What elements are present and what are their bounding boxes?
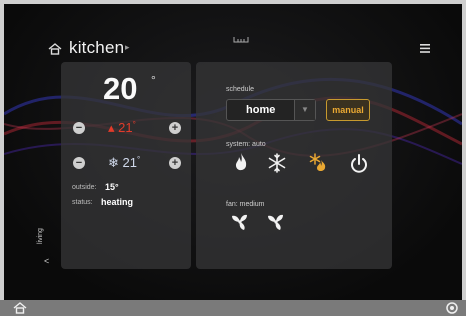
fan-mode-label: fan: medium [226,201,265,208]
schedule-selected-value[interactable]: home [246,104,275,116]
heat-increase-button[interactable]: + [169,122,181,134]
outside-label: outside: [72,184,97,191]
schedule-label: schedule [226,86,255,93]
cool-decrease-button[interactable]: − [73,157,85,169]
outside-temperature: 15° [105,182,119,192]
auto-mode-icon[interactable] [308,152,328,174]
room-title[interactable]: kitchen [69,38,124,58]
system-mode-label: system: auto [226,141,266,148]
current-temperature-degree: ° [151,73,156,87]
thermostat-screen: kitchen ▸ 20 ° − ▴ 21° + − ❄ 21° + outsi… [4,4,462,300]
room-arrow-icon[interactable]: ▸ [125,42,130,53]
device-frame: kitchen ▸ 20 ° − ▴ 21° + − ❄ 21° + outsi… [0,0,466,316]
gear-icon[interactable] [445,301,459,315]
home-icon[interactable] [13,302,27,314]
heat-setpoint-glyph: ▴ [108,120,115,135]
heat-setpoint-degree: ° [132,120,136,129]
side-nav-living[interactable]: living [37,216,49,244]
power-icon[interactable] [349,153,369,175]
cool-setpoint-value: 21 [122,155,137,170]
flame-icon[interactable] [231,152,251,174]
status-label: status: [72,199,93,206]
side-nav-back-icon[interactable]: < [44,256,49,266]
cool-increase-button[interactable]: + [169,157,181,169]
cool-setpoint-degree: ° [137,155,141,164]
chevron-down-icon[interactable]: ▼ [301,105,309,114]
current-temperature: 20 [103,71,138,106]
status-value: heating [101,197,134,207]
menu-icon[interactable] [420,44,430,53]
bottom-bar [0,300,466,316]
cool-setpoint-glyph: ❄ [108,155,119,170]
home-icon[interactable] [48,43,62,55]
fan-icon[interactable] [230,212,250,232]
cool-setpoint: ❄ 21° [108,155,140,171]
snowflake-icon[interactable] [267,152,287,174]
heat-decrease-button[interactable]: − [73,122,85,134]
device-indicator-icon [233,37,249,43]
heat-setpoint-value: 21 [118,120,133,135]
manual-button[interactable]: manual [326,99,370,121]
heat-setpoint: ▴ 21° [108,120,136,136]
fan-icon[interactable] [266,212,286,232]
